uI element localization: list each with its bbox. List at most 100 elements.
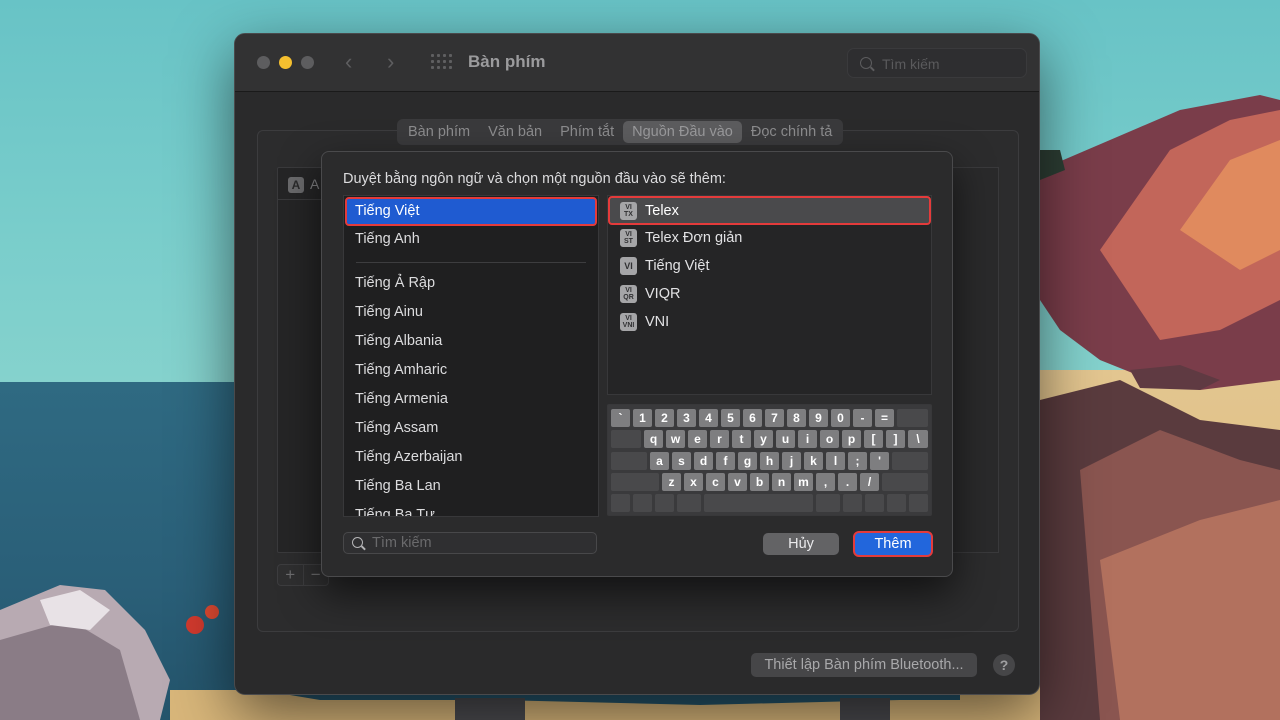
key: t [732,430,751,449]
key: p [842,430,861,449]
help-button[interactable]: ? [993,654,1015,676]
input-source-options-list[interactable]: VI TX Telex VI ST Telex Đơn giản VI Tiếng … [607,195,932,395]
window-search-placeholder: Tìm kiếm [882,56,940,72]
language-search-field[interactable] [343,532,597,554]
key: b [750,472,769,491]
source-item-label: Telex [645,202,679,219]
key: 9 [809,409,828,427]
search-icon [352,537,363,548]
language-item[interactable]: Tiếng Ả Rập [344,269,598,298]
language-search-input[interactable] [372,534,592,552]
key: = [875,409,894,427]
add-button[interactable]: Thêm [853,531,933,557]
key-delete [897,409,928,427]
key: m [794,472,813,491]
key: ` [611,409,630,427]
key: ] [886,430,905,449]
key-return [892,451,928,470]
language-list-divider [356,262,586,263]
key: l [826,451,845,470]
key: \ [908,430,928,449]
keyboard-layout-preview: ` 1 2 3 4 5 6 7 8 9 0 - = q w e r t y u … [607,404,932,516]
tab-shortcuts[interactable]: Phím tắt [551,121,623,143]
key: 6 [743,409,762,427]
key: [ [864,430,883,449]
language-item[interactable]: Tiếng Amharic [344,356,598,385]
key: 2 [655,409,674,427]
key: o [820,430,839,449]
key: k [804,451,823,470]
key: z [662,472,681,491]
language-item[interactable]: Tiếng Ainu [344,298,598,327]
key-right-shift [882,472,928,491]
keyboard-row-home: a s d f g h j k l ; ' [611,451,928,470]
key: a [650,451,669,470]
language-item-vietnamese[interactable]: Tiếng Việt [345,197,597,226]
source-item-telex-simple[interactable]: VI ST Telex Đơn giản [608,224,931,252]
key: c [706,472,725,491]
key: h [760,451,779,470]
vi-icon: VI [620,257,637,275]
input-source-label: A [310,176,320,192]
keyboard-row-modifiers [611,494,928,513]
language-item[interactable]: Tiếng Ba Lan [344,472,598,501]
tab-input-sources[interactable]: Nguồn Đầu vào [623,121,742,143]
key: ; [848,451,867,470]
tab-text[interactable]: Văn bản [479,121,551,143]
key-command-right [816,494,840,513]
show-all-grid-icon[interactable] [431,54,452,70]
key: q [644,430,663,449]
source-item-vni[interactable]: VI VNI VNI [608,308,931,336]
cancel-button[interactable]: Hủy [763,533,839,555]
source-item-label: Tiếng Việt [645,258,710,274]
setup-bluetooth-keyboard-button[interactable]: Thiết lập Bàn phím Bluetooth... [751,653,977,677]
tab-dictation[interactable]: Đọc chính tả [742,121,841,143]
source-item-label: Telex Đơn giản [645,230,743,246]
key: . [838,472,857,491]
search-icon [860,57,872,69]
back-arrow-icon[interactable]: ‹ [345,50,352,74]
key: y [754,430,773,449]
key-caps-lock [611,451,647,470]
key: s [672,451,691,470]
key: v [728,472,747,491]
source-item-label: VIQR [645,286,681,302]
key: ' [870,451,889,470]
language-item[interactable]: Tiếng Armenia [344,385,598,414]
language-item[interactable]: Tiếng Assam [344,414,598,443]
source-item-vietnamese[interactable]: VI Tiếng Việt [608,252,931,280]
key: 4 [699,409,718,427]
key-arrow-updown [887,494,906,513]
tab-keyboard[interactable]: Bàn phím [399,121,479,143]
vi-vni-icon: VI VNI [620,313,637,331]
key-option [655,494,674,513]
vi-tx-icon: VI TX [620,201,637,220]
key: 1 [633,409,652,427]
close-window-button[interactable] [257,56,270,69]
key: / [860,472,879,491]
keyboard-row-bottom: z x c v b n m , . / [611,472,928,491]
forward-arrow-icon[interactable]: › [387,50,394,74]
language-item[interactable]: Tiếng Ba Tư [344,501,598,516]
source-item-viqr[interactable]: VI QR VIQR [608,280,931,308]
zoom-window-button[interactable] [301,56,314,69]
keyboard-row-top: q w e r t y u i o p [ ] \ [611,430,928,449]
language-item-english[interactable]: Tiếng Anh [344,225,598,254]
key-option-right [843,494,862,513]
language-item[interactable]: Tiếng Azerbaijan [344,443,598,472]
minimize-window-button[interactable] [279,56,292,69]
key-fn [611,494,630,513]
key: 8 [787,409,806,427]
language-list[interactable]: Tiếng Việt Tiếng Anh Tiếng Ả Rập Tiếng A… [343,195,599,517]
source-item-telex[interactable]: VI TX Telex [608,196,931,225]
key: 3 [677,409,696,427]
key: f [716,451,735,470]
key-control [633,494,652,513]
preferences-tab-bar: Bàn phím Văn bản Phím tắt Nguồn Đầu vào … [397,119,844,145]
input-source-preview-pane [951,167,999,553]
key-arrow-left [865,494,884,513]
language-item[interactable]: Tiếng Albania [344,327,598,356]
add-input-source-button[interactable]: + [278,565,303,585]
key-space [704,494,813,513]
window-search-field[interactable]: Tìm kiếm [847,48,1027,78]
